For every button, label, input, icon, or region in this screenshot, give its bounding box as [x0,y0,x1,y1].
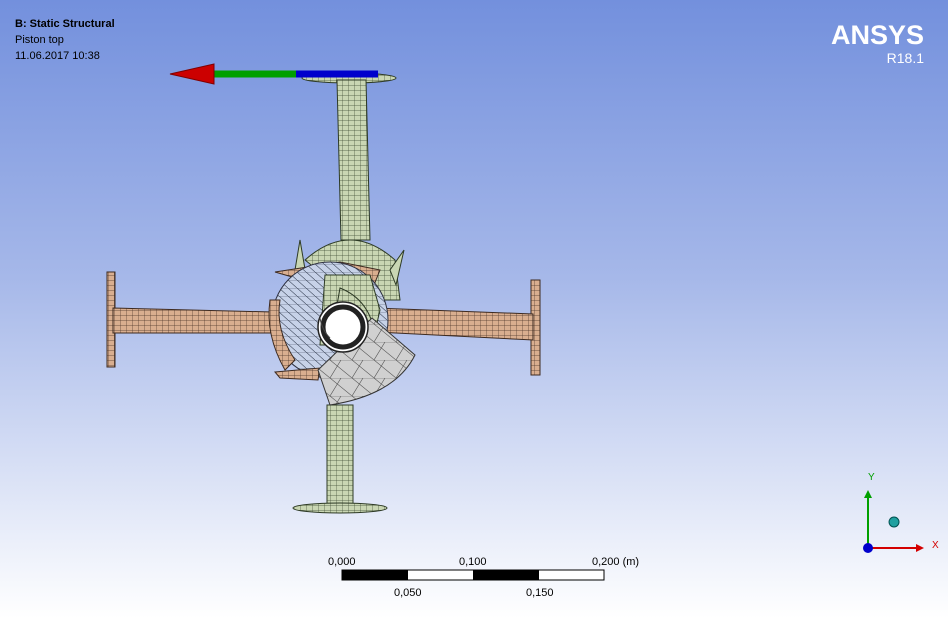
scale-label-0: 0,000 [328,556,356,568]
scale-label-0-200: 0,200 (m) [592,556,640,568]
triad-x-label: X [932,540,939,551]
scale-label-0-150: 0,150 [526,587,554,599]
model-viewport[interactable] [0,0,948,618]
scale-label-0-050: 0,050 [394,587,422,599]
left-arm-mesh [106,271,273,368]
scale-label-0-100: 0,100 [459,556,487,568]
piston-pin [317,301,369,353]
lower-arm-mesh [292,404,388,514]
upper-arm-mesh [301,72,397,241]
triad-y-label: Y [868,472,875,483]
